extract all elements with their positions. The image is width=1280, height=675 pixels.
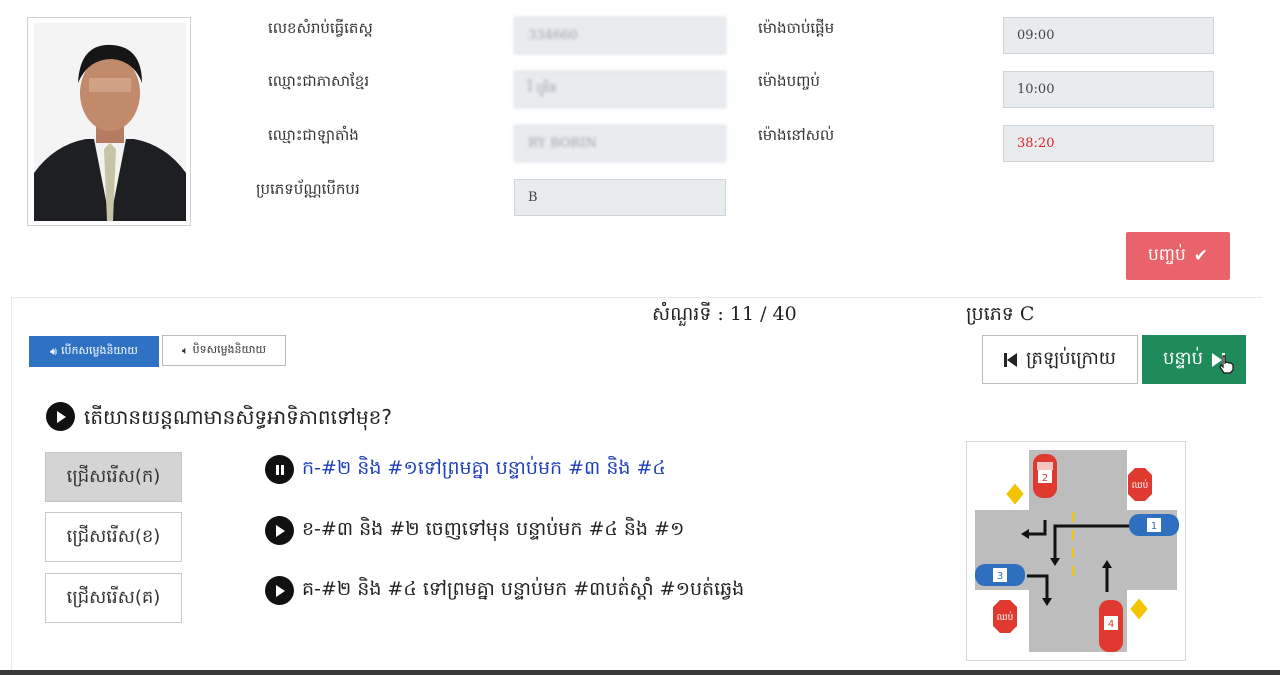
question-audio-button[interactable] xyxy=(46,402,75,431)
remaining-time-label: ម៉ោងនៅសល់ xyxy=(758,126,835,144)
pause-icon[interactable] xyxy=(265,455,294,484)
question-type: ប្រភេទ C xyxy=(966,303,1035,325)
car-3: 3 xyxy=(975,564,1025,586)
start-time-field: 09:00 xyxy=(1003,17,1214,54)
svg-text:3: 3 xyxy=(997,571,1003,582)
choice-c-button[interactable]: ជ្រើសរើស(គ) xyxy=(45,573,182,623)
sound-on-label: បើកសម្លេងនិយាយ xyxy=(61,343,138,357)
end-time-label: ម៉ោងបញ្ចប់ xyxy=(758,72,820,90)
choice-a-label: ជ្រើសរើស(ក) xyxy=(66,465,161,487)
skip-back-icon xyxy=(1004,352,1018,367)
finish-button-label: បញ្ចប់ xyxy=(1147,244,1186,265)
license-type-field: B xyxy=(514,179,726,216)
answer-a-text: ក-#២ និង #១ទៅព្រមគ្នា បន្ទាប់មក #៣ និង #… xyxy=(302,456,666,479)
question-number: សំណួរទី : 11 / 40 xyxy=(652,303,797,325)
candidate-photo xyxy=(27,17,191,226)
test-id-field: 334660 xyxy=(514,17,726,54)
play-icon[interactable] xyxy=(265,516,294,545)
choice-c-label: ជ្រើសរើស(គ) xyxy=(66,586,161,608)
stop-sign: ឈប់ xyxy=(1128,468,1152,501)
svg-text:2: 2 xyxy=(1042,473,1048,484)
previous-label: ត្រឡប់ក្រោយ xyxy=(1026,348,1116,369)
choice-b-label: ជ្រើសរើស(ខ) xyxy=(66,525,161,547)
speaker-off-icon: 🔈︎ xyxy=(182,343,189,357)
play-icon[interactable] xyxy=(265,576,294,605)
answer-a: ក-#២ និង #១ទៅព្រមគ្នា បន្ទាប់មក #៣ និង #… xyxy=(265,455,666,484)
car-2: 2 xyxy=(1033,454,1057,498)
khmer-name-label: ឈ្មោះជាភាសាខ្មែរ xyxy=(268,72,370,90)
answer-b-text: ខ-#៣ និង #២ ចេញទៅមុន បន្ទាប់មក #៤ និង #១ xyxy=(302,517,685,540)
finish-button[interactable]: បញ្ចប់ ✔ xyxy=(1126,232,1230,280)
answer-c-text: គ-#២ និង #៤ ទៅព្រមគ្នា បន្ទាប់មក #៣បត់ស្… xyxy=(302,577,745,600)
svg-text:4: 4 xyxy=(1108,619,1114,630)
khmer-name-field: រី បូរិន xyxy=(514,71,726,108)
priority-sign xyxy=(1003,480,1027,508)
priority-sign xyxy=(1127,595,1151,623)
svg-text:1: 1 xyxy=(1151,521,1157,532)
stop-sign: ឈប់ xyxy=(993,600,1017,633)
remaining-time-field: 38:20 xyxy=(1003,125,1214,162)
sound-on-button[interactable]: 🔊︎ បើកសម្លេងនិយាយ xyxy=(29,336,159,367)
car-4: 4 xyxy=(1099,600,1123,652)
speaker-on-icon: 🔊︎ xyxy=(50,344,58,358)
car-1: 1 xyxy=(1129,514,1179,536)
end-time-field: 10:00 xyxy=(1003,71,1214,108)
latin-name-field: RY BORIN xyxy=(514,125,726,162)
next-label: បន្ទាប់ xyxy=(1163,348,1203,369)
person-photo-image xyxy=(34,23,186,221)
answer-b: ខ-#៣ និង #២ ចេញទៅមុន បន្ទាប់មក #៤ និង #១ xyxy=(265,516,684,545)
intersection-diagram: 2 1 3 4 ឈប់ ឈប់ xyxy=(966,441,1186,661)
choice-b-button[interactable]: ជ្រើសរើស(ខ) xyxy=(45,512,182,562)
hand-cursor-icon xyxy=(1219,355,1234,374)
answer-c: គ-#២ និង #៤ ទៅព្រមគ្នា បន្ទាប់មក #៣បត់ស្… xyxy=(265,576,744,605)
license-type-label: ប្រភេទប័ណ្ណបើកបរ xyxy=(256,180,360,198)
start-time-label: ម៉ោងចាប់ផ្តើម xyxy=(758,19,835,37)
previous-button[interactable]: ត្រឡប់ក្រោយ xyxy=(982,335,1138,384)
question-text: តើយានយន្តណាមានសិទ្ធអាទិភាពទៅមុខ? xyxy=(84,405,392,429)
play-icon xyxy=(46,402,75,431)
sound-off-label: បិទសម្លេងនិយាយ xyxy=(192,342,266,356)
sound-off-button[interactable]: 🔈︎ បិទសម្លេងនិយាយ xyxy=(162,335,286,366)
check-icon: ✔ xyxy=(1193,246,1209,266)
window-bottom-edge xyxy=(0,670,1280,675)
svg-text:ឈប់: ឈប់ xyxy=(1132,479,1149,491)
svg-text:ឈប់: ឈប់ xyxy=(997,611,1014,623)
latin-name-label: ឈ្មោះជាឡាតាំង xyxy=(268,126,359,144)
choice-a-button[interactable]: ជ្រើសរើស(ក) xyxy=(45,452,182,502)
test-id-label: លេខសំរាប់ធ្វើតេស្ត xyxy=(268,19,373,37)
